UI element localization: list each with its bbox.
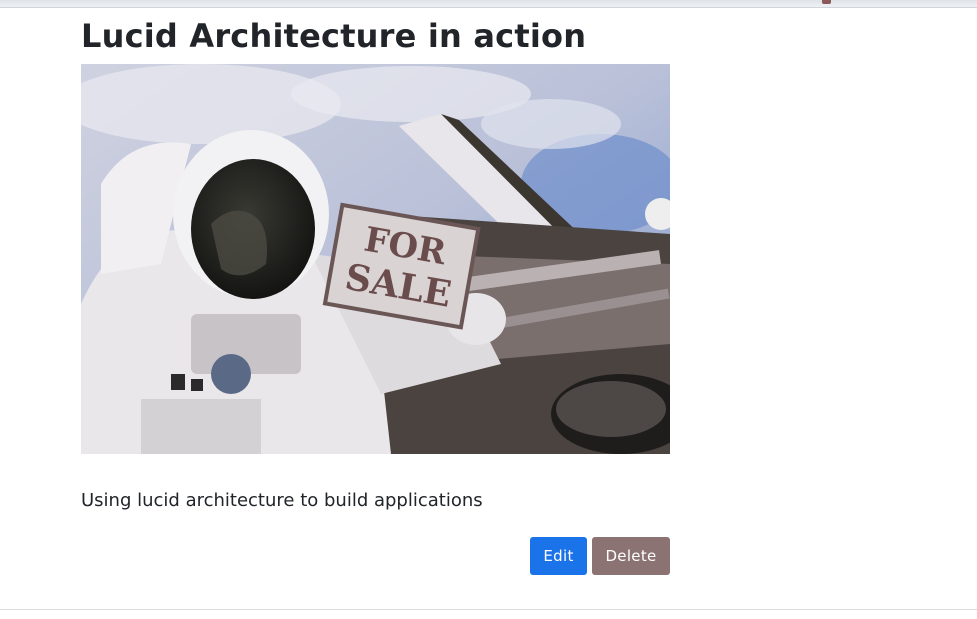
divider xyxy=(0,609,977,610)
edit-button[interactable]: Edit xyxy=(530,537,587,575)
post-card: Lucid Architecture in action FOR SALE Us… xyxy=(81,14,670,575)
tab-marker-icon xyxy=(822,0,831,4)
post-body: Using lucid architecture to build applic… xyxy=(81,490,483,511)
post-actions: Edit Delete xyxy=(81,537,670,575)
post-title: Lucid Architecture in action xyxy=(81,17,587,55)
delete-button[interactable]: Delete xyxy=(592,537,670,575)
browser-top-strip xyxy=(0,0,977,8)
post-image: FOR SALE xyxy=(81,64,670,454)
